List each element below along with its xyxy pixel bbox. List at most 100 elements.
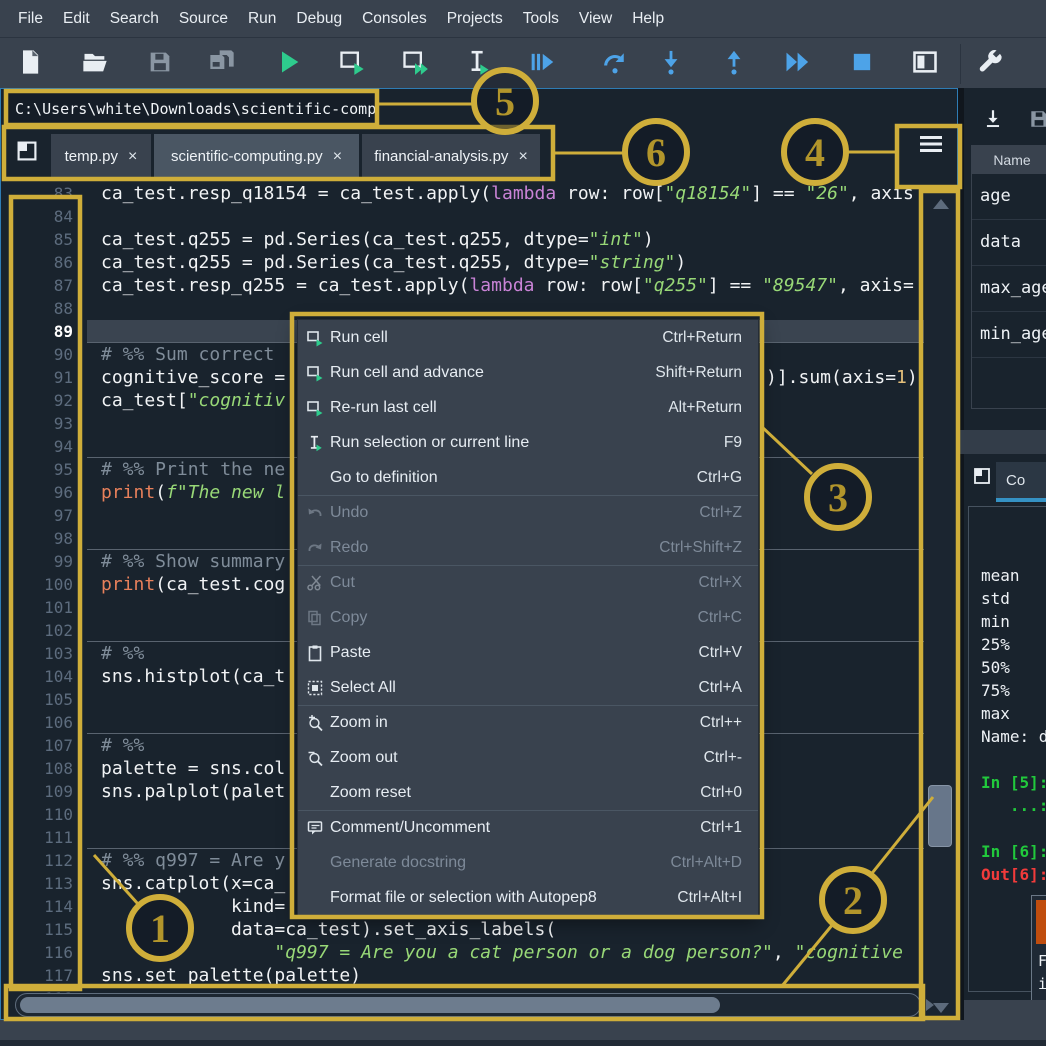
code-line[interactable]: cognitive_score = [101, 366, 296, 389]
menu-item-re-run-last-cell[interactable]: Re-run last cellAlt+Return [298, 390, 758, 425]
menu-item-run-selection-or-current-line[interactable]: Run selection or current lineF9 [298, 425, 758, 460]
import-data-icon[interactable] [982, 108, 1004, 130]
variable-row-age[interactable]: age [972, 174, 1046, 220]
code-line[interactable]: data=ca_test).set_axis_labels( [101, 918, 556, 941]
line-number[interactable]: 103 [44, 642, 73, 665]
run-cell-advance-icon[interactable] [401, 48, 429, 76]
scroll-up-arrow-icon[interactable] [933, 199, 949, 209]
line-number[interactable]: 91 [54, 366, 73, 389]
variable-row-min_age[interactable]: min_age [972, 312, 1046, 358]
code-line[interactable]: ca_test.q255 = pd.Series(ca_test.q255, d… [101, 251, 686, 274]
menubar-item-edit[interactable]: Edit [53, 0, 100, 38]
menu-item-zoom-reset[interactable]: Zoom resetCtrl+0 [298, 775, 758, 810]
line-number[interactable]: 107 [44, 734, 73, 757]
code-line[interactable]: palette = sns.col [101, 757, 285, 780]
stop-icon[interactable] [848, 48, 876, 76]
code-line[interactable]: ca_test.q255 = pd.Series(ca_test.q255, d… [101, 228, 654, 251]
preferences-icon[interactable] [976, 48, 1004, 76]
continue-icon[interactable] [783, 48, 811, 76]
line-number[interactable]: 85 [54, 228, 73, 251]
menubar-item-consoles[interactable]: Consoles [352, 0, 437, 38]
variable-row-max_age[interactable]: max_age [972, 266, 1046, 312]
run-icon[interactable] [275, 48, 303, 76]
code-line[interactable]: "q997 = Are you a cat person or a dog pe… [101, 941, 903, 964]
line-number[interactable]: 96 [54, 481, 73, 504]
line-number[interactable]: 106 [44, 711, 73, 734]
line-number[interactable]: 99 [54, 550, 73, 573]
line-number[interactable]: 83 [54, 182, 73, 205]
browse-tabs-icon[interactable] [15, 139, 39, 163]
menu-item-copy[interactable]: CopyCtrl+C [298, 600, 758, 635]
code-line-tail[interactable]: )].sum(axis=1) [766, 366, 918, 389]
menu-item-go-to-definition[interactable]: Go to definitionCtrl+G [298, 460, 758, 495]
run-cell-icon[interactable] [338, 48, 366, 76]
line-number[interactable]: 97 [54, 504, 73, 527]
step-over-icon[interactable] [601, 48, 629, 76]
line-number[interactable]: 112 [44, 849, 73, 872]
line-number-gutter[interactable]: 8384858687888990919293949596979899100101… [2, 179, 87, 995]
tab-close-icon[interactable]: × [333, 148, 342, 166]
line-number[interactable]: 110 [44, 803, 73, 826]
line-number[interactable]: 98 [54, 527, 73, 550]
tab-close-icon[interactable]: × [518, 148, 527, 166]
line-number[interactable]: 93 [54, 412, 73, 435]
menu-item-zoom-in[interactable]: Zoom inCtrl++ [298, 705, 758, 740]
step-into-icon[interactable] [657, 48, 685, 76]
new-file-icon[interactable] [16, 48, 44, 76]
line-number[interactable]: 102 [44, 619, 73, 642]
scroll-down-arrow-icon[interactable] [933, 1003, 949, 1013]
menu-item-format-file-or-selection-with-autopep8[interactable]: Format file or selection with Autopep8Ct… [298, 880, 758, 915]
line-number[interactable]: 88 [54, 297, 73, 320]
code-line[interactable]: ca_test.resp_q255 = ca_test.apply(lambda… [101, 274, 914, 297]
menu-item-cut[interactable]: CutCtrl+X [298, 565, 758, 600]
horizontal-scrollbar-thumb[interactable] [20, 997, 720, 1013]
menu-item-undo[interactable]: UndoCtrl+Z [298, 495, 758, 530]
code-line[interactable]: ca_test["cognitiv [101, 389, 285, 412]
code-line[interactable]: sns.histplot(ca_t [101, 665, 285, 688]
tab-temp-py[interactable]: temp.py× [51, 134, 151, 179]
code-line[interactable]: # %% Print the ne [101, 458, 285, 481]
code-line[interactable]: kind= [101, 895, 285, 918]
code-line[interactable]: sns.set_palette(palette) [101, 964, 361, 987]
tab-close-icon[interactable]: × [128, 148, 137, 166]
line-number[interactable]: 104 [44, 665, 73, 688]
console-output-area[interactable]: meanstdmin25%50%75%maxName: dIn [5]: ...… [968, 506, 1046, 992]
menu-item-run-cell[interactable]: Run cellCtrl+Return [298, 320, 758, 355]
code-line[interactable]: print(f"The new l [101, 481, 285, 504]
tab-scientific-computing-py[interactable]: scientific-computing.py× [154, 134, 359, 179]
code-line[interactable]: sns.catplot(x=ca_ [101, 872, 285, 895]
menu-item-redo[interactable]: RedoCtrl+Shift+Z [298, 530, 758, 565]
line-number[interactable]: 84 [54, 205, 73, 228]
line-number[interactable]: 109 [44, 780, 73, 803]
line-number[interactable]: 116 [44, 941, 73, 964]
menu-item-run-cell-and-advance[interactable]: Run cell and advanceShift+Return [298, 355, 758, 390]
menubar-item-search[interactable]: Search [100, 0, 169, 38]
maximize-pane-icon[interactable] [911, 48, 939, 76]
run-selection-icon[interactable] [464, 48, 492, 76]
menubar-item-file[interactable]: File [8, 0, 53, 38]
line-number[interactable]: 94 [54, 435, 73, 458]
menubar-item-help[interactable]: Help [622, 0, 674, 38]
step-return-icon[interactable] [720, 48, 748, 76]
code-line[interactable]: sns.palplot(palet [101, 780, 285, 803]
line-number[interactable]: 113 [44, 872, 73, 895]
line-number[interactable]: 86 [54, 251, 73, 274]
menubar-item-projects[interactable]: Projects [437, 0, 513, 38]
line-number[interactable]: 92 [54, 389, 73, 412]
save-data-icon[interactable] [1028, 108, 1046, 130]
line-number[interactable]: 111 [44, 826, 73, 849]
tab-financial-analysis-py[interactable]: financial-analysis.py× [362, 134, 540, 179]
save-all-icon[interactable] [208, 48, 236, 76]
menubar-item-view[interactable]: View [569, 0, 622, 38]
line-number[interactable]: 89 [54, 320, 73, 343]
console-tab[interactable]: Co [996, 462, 1046, 500]
debug-file-icon[interactable] [527, 48, 555, 76]
vertical-scrollbar-thumb[interactable] [928, 785, 952, 847]
line-number[interactable]: 108 [44, 757, 73, 780]
line-number[interactable]: 114 [44, 895, 73, 918]
undock-pane-icon[interactable] [972, 466, 992, 486]
menu-item-zoom-out[interactable]: Zoom outCtrl+- [298, 740, 758, 775]
line-number[interactable]: 100 [44, 573, 73, 596]
code-line[interactable]: # %% Sum correct [101, 343, 285, 366]
line-number[interactable]: 87 [54, 274, 73, 297]
